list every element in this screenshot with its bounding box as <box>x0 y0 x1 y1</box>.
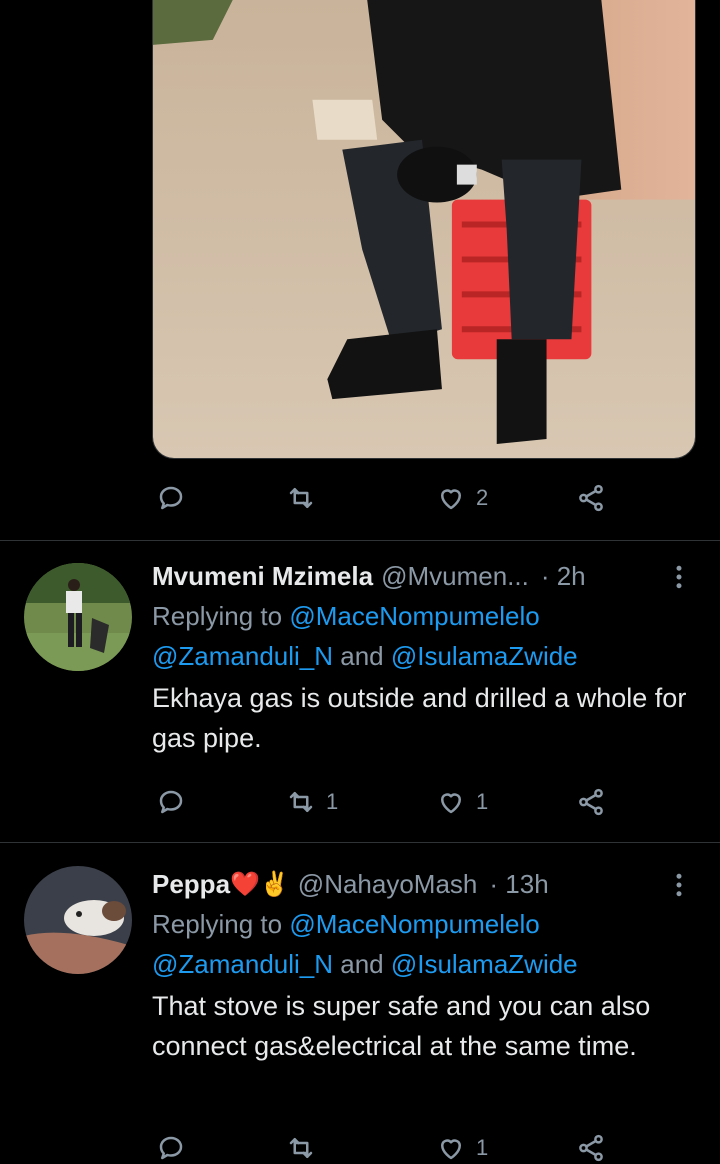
like-count: 2 <box>476 485 489 510</box>
avatar-image <box>24 866 132 974</box>
replying-to-line: Replying to @MaceNompumelelo @Zamanduli_… <box>152 904 696 984</box>
tweet-actions: 1 <box>152 1128 622 1164</box>
mention-link[interactable]: @MaceNompumelelo <box>289 601 539 631</box>
retweet-button[interactable] <box>286 1128 326 1164</box>
more-options-icon <box>676 873 682 897</box>
share-icon <box>579 484 603 512</box>
retweet-icon <box>289 488 313 508</box>
reply-button[interactable] <box>156 478 196 518</box>
like-button[interactable]: 1 <box>436 1128 488 1164</box>
share-button[interactable] <box>576 478 606 518</box>
reply-button[interactable] <box>156 782 196 822</box>
tweet-header: Mvumeni Mzimela @Mvumen... · 2h <box>152 556 696 596</box>
retweet-count: 1 <box>326 789 339 814</box>
heart-icon <box>441 1139 461 1160</box>
retweet-icon <box>289 1138 313 1158</box>
share-button[interactable] <box>576 782 606 822</box>
mention-link[interactable]: @IsulamaZwide <box>391 641 578 671</box>
share-button[interactable] <box>576 1128 606 1164</box>
mention-link[interactable]: @Zamanduli_N <box>152 641 333 671</box>
more-options-button[interactable] <box>664 870 694 900</box>
tweet-feed: 2 Mvumeni Mzimela @Mvumen... · 2h Replyi… <box>0 0 720 1164</box>
heart-icon <box>441 489 461 510</box>
and-text: and <box>333 641 391 671</box>
tweet-photo[interactable] <box>152 0 696 459</box>
reply-icon <box>159 1136 183 1160</box>
tweet-photo-image <box>153 0 695 458</box>
tweet-text: Ekhaya gas is outside and drilled a whol… <box>152 683 687 753</box>
tweet-divider <box>0 540 720 541</box>
like-count: 1 <box>476 1135 489 1160</box>
retweet-button[interactable] <box>286 478 326 518</box>
tweet-time[interactable]: · 13h <box>489 869 548 900</box>
retweet-button[interactable]: 1 <box>286 782 338 822</box>
and-text: and <box>333 949 391 979</box>
share-icon <box>579 788 603 816</box>
author-handle[interactable]: @NahayoMash <box>298 869 478 900</box>
mention-link[interactable]: @IsulamaZwide <box>391 949 578 979</box>
retweet-icon <box>289 792 313 812</box>
reply-button[interactable] <box>156 1128 196 1164</box>
reply-icon <box>159 486 183 510</box>
heart-icon <box>441 793 461 814</box>
author-name[interactable]: Mvumeni Mzimela <box>152 561 373 592</box>
tweet-time[interactable]: · 2h <box>541 561 586 592</box>
tweet-header: Peppa ❤️✌️ @NahayoMash · 13h <box>152 864 696 904</box>
tweet-text: That stove is super safe and you can als… <box>152 991 651 1061</box>
mention-link[interactable]: @Zamanduli_N <box>152 949 333 979</box>
share-icon <box>579 1134 603 1162</box>
mention-link[interactable]: @MaceNompumelelo <box>289 909 539 939</box>
replying-to-line: Replying to @MaceNompumelelo @Zamanduli_… <box>152 596 696 676</box>
avatar-image <box>24 563 132 671</box>
replying-to-label: Replying to <box>152 601 290 631</box>
replying-to-label: Replying to <box>152 909 290 939</box>
more-options-icon <box>676 565 682 589</box>
like-button[interactable]: 2 <box>436 478 488 518</box>
reply-icon <box>159 790 183 814</box>
tweet-actions: 2 <box>152 478 622 518</box>
more-options-button[interactable] <box>664 562 694 592</box>
like-count: 1 <box>476 789 489 814</box>
tweet-actions: 1 1 <box>152 782 622 822</box>
avatar[interactable] <box>24 866 132 974</box>
avatar[interactable] <box>24 563 132 671</box>
author-handle[interactable]: @Mvumen... <box>381 561 529 592</box>
author-name[interactable]: Peppa <box>152 869 230 900</box>
author-name-emoji: ❤️✌️ <box>230 870 290 898</box>
tweet-divider <box>0 842 720 843</box>
like-button[interactable]: 1 <box>436 782 488 822</box>
